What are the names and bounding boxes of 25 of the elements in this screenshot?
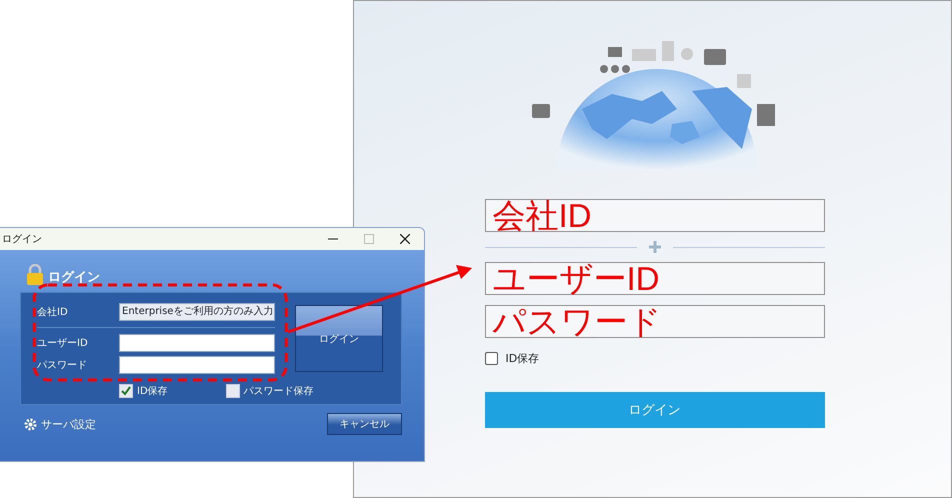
- server-settings-link[interactable]: サーバ設定: [41, 416, 96, 432]
- field-label: 会社ID: [37, 306, 69, 319]
- input-field[interactable]: [119, 356, 275, 374]
- annotation-text: ユーザーID: [492, 264, 660, 293]
- annotation-text: 会社ID: [492, 201, 592, 230]
- plus-icon: [648, 241, 660, 253]
- checkbox-label: ID保存: [137, 385, 168, 398]
- field-label: ユーザーID: [37, 337, 89, 350]
- field-label: パスワード: [37, 359, 88, 372]
- checkbox[interactable]: [484, 352, 498, 365]
- input-field[interactable]: [484, 262, 824, 295]
- input-field[interactable]: Enterpriseをご利用の方のみ入力: [119, 303, 275, 321]
- checkbox-label: パスワード保存: [244, 385, 314, 398]
- dialog-heading: ログイン: [48, 269, 100, 286]
- login-button[interactable]: ログイン: [295, 305, 383, 372]
- input-field[interactable]: [119, 334, 275, 352]
- checkbox-label: ID保存: [506, 351, 540, 366]
- annotation-text: パスワード: [492, 307, 662, 336]
- input-field[interactable]: [484, 199, 824, 232]
- cancel-button[interactable]: キャンセル: [327, 413, 402, 435]
- settings-icon[interactable]: [24, 418, 37, 430]
- padlock-icon: [26, 264, 44, 286]
- close-icon[interactable]: [400, 234, 410, 244]
- input-field[interactable]: [484, 305, 824, 338]
- window-title: ログイン: [2, 233, 42, 246]
